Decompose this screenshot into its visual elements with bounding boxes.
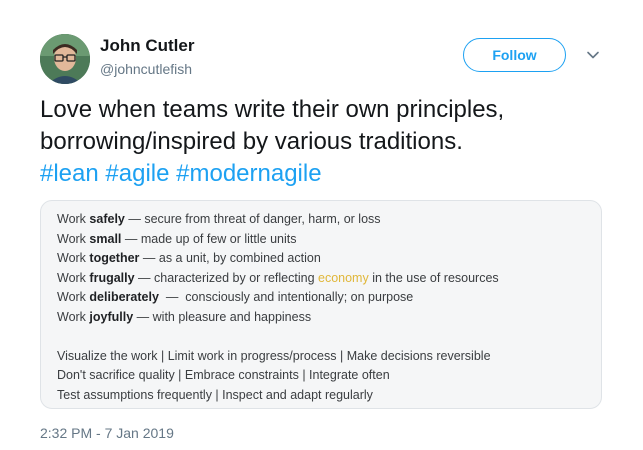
tweet-text: Love when teams write their own principl… — [40, 94, 620, 190]
principle-row: Work deliberately — consciously and inte… — [57, 290, 414, 305]
principle-row: Work frugally — characterized by or refl… — [57, 270, 499, 285]
tweet-hashtags: #lean #agile #modernagile — [40, 158, 620, 190]
tweet-line-2: borrowing/inspired by various traditions… — [40, 128, 463, 155]
principle-keyword: frugally — [89, 270, 135, 285]
practice-row: Visualize the work | Limit work in progr… — [57, 348, 491, 363]
avatar-photo — [40, 34, 90, 84]
principle-keyword: deliberately — [89, 290, 159, 305]
principle-row: Work joyfully — with pleasure and happin… — [57, 309, 312, 324]
hashtag-modernagile[interactable]: #modernagile — [176, 160, 321, 187]
tweet-line-1: Love when teams write their own principl… — [40, 96, 505, 123]
principle-keyword: together — [89, 251, 140, 266]
hashtag-lean[interactable]: #lean — [40, 160, 99, 187]
highlighted-word: economy — [318, 270, 369, 285]
practice-row: Don't sacrifice quality | Embrace constr… — [57, 368, 390, 383]
avatar[interactable] — [40, 34, 90, 84]
principle-keyword: joyfully — [89, 309, 134, 324]
author-handle[interactable]: @johncutlefish — [100, 61, 192, 77]
practice-row: Test assumptions frequently | Inspect an… — [57, 387, 373, 402]
tweet-image[interactable]: Work safely — secure from threat of dang… — [40, 200, 602, 409]
principle-row: Work together — as a unit, by combined a… — [57, 251, 321, 266]
principle-keyword: safely — [89, 212, 125, 226]
author-name[interactable]: John Cutler — [100, 36, 194, 56]
principle-row: Work safely — secure from threat of dang… — [57, 212, 381, 226]
follow-button[interactable]: Follow — [463, 38, 566, 72]
principle-row: Work small — made up of few or little un… — [57, 231, 297, 246]
image-content: Work safely — secure from threat of dang… — [57, 210, 499, 405]
chevron-down-icon[interactable] — [586, 48, 600, 62]
hashtag-agile[interactable]: #agile — [105, 160, 169, 187]
principle-keyword: small — [89, 231, 122, 246]
tweet-timestamp[interactable]: 2:32 PM - 7 Jan 2019 — [40, 425, 174, 441]
